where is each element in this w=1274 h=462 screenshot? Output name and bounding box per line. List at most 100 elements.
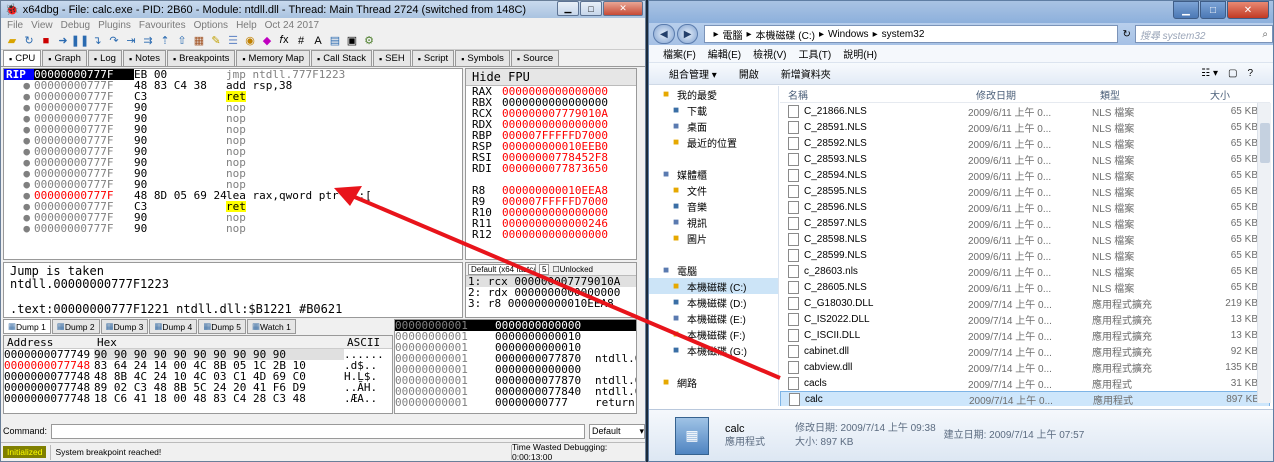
disasm-row[interactable]: ● 00000000777F 48 83 C4 38 add rsp,38 xyxy=(4,80,462,91)
address-bar[interactable]: ▸ 電腦 ▸ 本機磁碟 (C:) ▸ Windows ▸ system32 xyxy=(704,25,1119,43)
file-row[interactable]: C_28596.NLS 2009/6/11 上午 0... NLS 檔案 65 KB xyxy=(780,199,1270,215)
file-row[interactable]: C_28593.NLS 2009/6/11 上午 0... NLS 檔案 65 KB xyxy=(780,151,1270,167)
disasm-row[interactable]: ● 00000000777F 90 nop xyxy=(4,146,462,157)
nav-item[interactable]: ■ 桌面 xyxy=(649,118,778,134)
file-row[interactable]: C_G18030.DLL 2009/7/14 上午 0... 應用程式擴充 219 K… xyxy=(780,295,1270,311)
stack-row[interactable]: 00000000001 00000000777 return t xyxy=(395,397,636,408)
disasm-row[interactable]: RIP 00000000777F EB 00 jmp ntdll.777F1223 xyxy=(4,69,462,80)
file-row[interactable]: c_28603.nls 2009/6/11 上午 0... NLS 檔案 65 KB xyxy=(780,263,1270,279)
step-over-icon[interactable]: ↷ xyxy=(107,34,121,48)
run-icon[interactable]: ➜ xyxy=(56,34,70,48)
forward-button[interactable]: ▶ xyxy=(676,24,699,44)
nav-item[interactable]: ■ 圖片 xyxy=(649,230,778,246)
labels-icon[interactable]: ◉ xyxy=(243,34,257,48)
file-row[interactable]: C_28598.NLS 2009/6/11 上午 0... NLS 檔案 65 KB xyxy=(780,231,1270,247)
hide-fpu-toggle[interactable]: Hide FPU xyxy=(466,69,636,86)
command-2[interactable]: 新增資料夾 xyxy=(781,66,831,81)
disasm-row[interactable]: ● 00000000777F C3 ret xyxy=(4,91,462,102)
tab-breakpoints[interactable]: ▪ Breakpoints xyxy=(166,50,236,66)
command-input[interactable] xyxy=(51,423,585,439)
command-1[interactable]: 開啟 xyxy=(739,66,759,81)
disasm-row[interactable]: ● 00000000777F 90 nop xyxy=(4,113,462,124)
tab-seh[interactable]: ▪ SEH xyxy=(372,50,411,66)
explorer-close-button[interactable]: ✕ xyxy=(1227,1,1269,19)
command-0[interactable]: 組合管理 ▾ xyxy=(669,66,717,81)
file-row[interactable]: C_28599.NLS 2009/6/11 上午 0... NLS 檔案 65 KB xyxy=(780,247,1270,263)
breadcrumb-item[interactable]: Windows xyxy=(828,29,869,40)
disasm-row[interactable]: ● 00000000777F 90 nop xyxy=(4,179,462,190)
refresh-icon[interactable]: ↻ xyxy=(1122,29,1130,40)
stack-view[interactable]: 00000000001 0000000000000 00000000001 00000… xyxy=(394,319,637,414)
nav-item[interactable]: ■ 媒體櫃 xyxy=(649,166,778,182)
run-to-user-code-icon[interactable]: ⇧ xyxy=(175,34,189,48)
back-button[interactable]: ◀ xyxy=(653,24,675,44)
nav-item[interactable]: ■ 最近的位置 xyxy=(649,134,778,150)
tab-cpu[interactable]: ▪ CPU xyxy=(3,50,42,66)
trace-over-icon[interactable]: ⇉ xyxy=(141,34,155,48)
open-icon[interactable]: ▰ xyxy=(5,34,19,48)
call-args-panel[interactable]: Default (x64 fastcall) 5 ☐ Unlocked 1: r… xyxy=(465,262,637,318)
stack-row[interactable]: 00000000001 0000000077870 ntdll.00 xyxy=(395,353,636,364)
bookmarks-icon[interactable]: ◆ xyxy=(260,34,274,48)
nav-item[interactable]: ■ 本機磁碟 (C:) xyxy=(649,278,778,294)
trace-into-icon[interactable]: ⇥ xyxy=(124,34,138,48)
tab-log[interactable]: ▪ Log xyxy=(87,50,122,66)
file-row[interactable]: C_28595.NLS 2009/6/11 上午 0... NLS 檔案 65 KB xyxy=(780,183,1270,199)
tab-script[interactable]: ▪ Script xyxy=(411,50,455,66)
disasm-row[interactable]: ● 00000000777F 90 nop xyxy=(4,212,462,223)
restart-icon[interactable]: ↻ xyxy=(22,34,36,48)
disasm-row[interactable]: ● 00000000777F 90 nop xyxy=(4,223,462,234)
unlocked-checkbox[interactable]: ☐ xyxy=(552,265,559,274)
calculator-icon[interactable]: ▣ xyxy=(345,34,359,48)
dump-row[interactable]: 0000000077748 18 C6 41 18 00 48 83 C4 28 … xyxy=(4,393,392,404)
nav-item[interactable]: ■ 音樂 xyxy=(649,198,778,214)
nav-item[interactable]: ■ 本機磁碟 (E:) xyxy=(649,310,778,326)
disasm-row[interactable]: ● 00000000777F 90 nop xyxy=(4,102,462,113)
dump-tab-4[interactable]: ▦ Dump 4 xyxy=(149,319,198,334)
file-row[interactable]: C_IS2022.DLL 2009/7/14 上午 0... 應用程式擴充 13 KB xyxy=(780,311,1270,327)
explorer-minimize-button[interactable]: ▁ xyxy=(1173,1,1199,19)
menu-item[interactable]: Debug xyxy=(61,20,90,31)
column-date[interactable]: 修改日期 xyxy=(968,87,1092,102)
step-into-icon[interactable]: ↴ xyxy=(90,34,104,48)
call-arg-row[interactable]: 3: r8 000000000010EEA8 xyxy=(466,298,636,309)
column-type[interactable]: 類型 xyxy=(1092,87,1202,102)
dump-tab-1[interactable]: ▦ Dump 1 xyxy=(3,319,51,334)
chart-icon[interactable]: ▤ xyxy=(328,34,342,48)
tab-call-stack[interactable]: ▪ Call Stack xyxy=(310,50,372,66)
register-row[interactable]: RDI 0000000077873650 xyxy=(466,163,636,174)
file-row[interactable]: C_28597.NLS 2009/6/11 上午 0... NLS 檔案 65 KB xyxy=(780,215,1270,231)
view-options-icon[interactable]: ☷ ▾ xyxy=(1201,68,1218,79)
disassembly-view[interactable]: RIP 00000000777F EB 00 jmp ntdll.777F1223 ● 0… xyxy=(3,68,463,260)
file-row[interactable]: C_21866.NLS 2009/6/11 上午 0... NLS 檔案 65 KB xyxy=(780,103,1270,119)
close-button[interactable]: ✕ xyxy=(603,1,643,16)
command-mode-select[interactable]: Default ▾ xyxy=(589,423,645,439)
close-debug-icon[interactable]: ■ xyxy=(39,34,53,48)
calling-convention-select[interactable]: Default (x64 fastcall) xyxy=(468,263,536,275)
disasm-row[interactable]: ● 00000000777F 90 nop xyxy=(4,124,462,135)
pause-icon[interactable]: ❚❚ xyxy=(71,34,89,48)
execute-till-return-icon[interactable]: ⇡ xyxy=(158,34,172,48)
patches-icon[interactable]: ✎ xyxy=(209,34,223,48)
explorer-menu-item[interactable]: 檔案(F) xyxy=(663,46,696,61)
font-icon[interactable]: A xyxy=(311,34,325,48)
register-row[interactable]: R12 0000000000000000 xyxy=(466,229,636,240)
tab-memory-map[interactable]: ▪ Memory Map xyxy=(236,50,310,66)
file-row[interactable]: C_28591.NLS 2009/6/11 上午 0... NLS 檔案 65 KB xyxy=(780,119,1270,135)
scylla-icon[interactable]: ▦ xyxy=(192,34,206,48)
stack-row[interactable]: 00000000001 0000000000010 xyxy=(395,331,636,342)
dump-view[interactable]: Address Hex ASCII 0000000077749 90 90 90 … xyxy=(3,335,393,414)
explorer-menu-item[interactable]: 工具(T) xyxy=(798,46,831,61)
file-row[interactable]: cacls 2009/7/14 上午 0... 應用程式 31 KB xyxy=(780,375,1270,391)
file-row[interactable]: calc 2009/7/14 上午 0... 應用程式 897 KB xyxy=(780,391,1270,406)
explorer-menu-item[interactable]: 說明(H) xyxy=(843,46,877,61)
disasm-row[interactable]: ● 00000000777F C3 ret xyxy=(4,201,462,212)
file-row[interactable]: cabinet.dll 2009/7/14 上午 0... 應用程式擴充 92 KB xyxy=(780,343,1270,359)
hash-icon[interactable]: # xyxy=(294,34,308,48)
help-icon[interactable]: ? xyxy=(1247,68,1253,79)
nav-item[interactable]: ■ 本機磁碟 (D:) xyxy=(649,294,778,310)
menu-item[interactable]: Options xyxy=(194,20,228,31)
dump-tab-2[interactable]: ▦ Dump 2 xyxy=(51,319,100,334)
comments-icon[interactable]: ☰ xyxy=(226,34,240,48)
preview-pane-icon[interactable]: ▢ xyxy=(1228,68,1237,79)
